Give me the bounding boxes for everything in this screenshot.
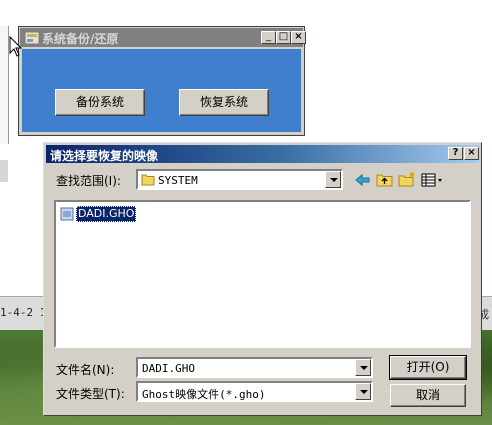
filename-value: DADI.GHO [142,362,195,375]
dialog-title: 请选择要恢复的映像 [50,149,159,163]
new-folder-icon[interactable] [397,171,417,189]
close-button[interactable]: × [291,31,306,44]
open-button[interactable]: 打开(O) [389,355,467,380]
filetype-dropdown-arrow[interactable] [355,383,371,400]
ghost-file-icon [60,207,74,221]
up-folder-icon[interactable] [375,171,395,189]
view-menu-icon[interactable] [420,171,444,189]
backup-system-button[interactable]: 备份系统 [55,89,145,116]
cancel-button[interactable]: 取消 [390,384,466,407]
lookin-value: SYSTEM [158,174,198,187]
file-name: DADI.GHO [76,206,137,222]
back-arrow-icon[interactable] [353,171,373,189]
open-image-dialog: 请选择要恢复的映像 ? × 查找范围(I): SYSTEM DADI.GHO 文… [43,142,482,416]
help-button[interactable]: ? [448,147,463,160]
filetype-label: 文件类型(T): [56,387,125,401]
filename-input[interactable]: DADI.GHO [136,357,373,378]
file-list[interactable]: DADI.GHO [54,200,471,348]
backup-window-titlebar[interactable]: 系统备份/还原 _ □ × [20,28,306,47]
dialog-titlebar[interactable]: 请选择要恢复的映像 ? × [46,145,479,163]
filename-label: 文件名(N): [56,363,115,377]
folder-icon [141,174,155,186]
backup-window-body: 备份系统 恢复系统 [22,49,301,132]
app-icon [24,31,40,45]
background-panel [0,26,9,144]
filetype-value: Ghost映像文件(*.gho) [142,388,266,401]
restore-system-button[interactable]: 恢复系统 [179,89,269,116]
filename-dropdown-arrow[interactable] [355,359,371,376]
mouse-cursor-icon [9,36,23,57]
background-strip [0,160,8,182]
filetype-select[interactable]: Ghost映像文件(*.gho) [136,381,373,402]
backup-restore-window: 系统备份/还原 _ □ × 备份系统 恢复系统 [18,26,306,136]
lookin-dropdown-arrow[interactable] [325,171,341,188]
backup-window-title: 系统备份/还原 [42,32,119,46]
lookin-combo[interactable]: SYSTEM [136,169,343,190]
dialog-close-button[interactable]: × [464,147,479,160]
maximize-button[interactable]: □ [276,31,291,44]
minimize-button[interactable]: _ [261,31,276,44]
lookin-label: 查找范围(I): [56,174,121,188]
